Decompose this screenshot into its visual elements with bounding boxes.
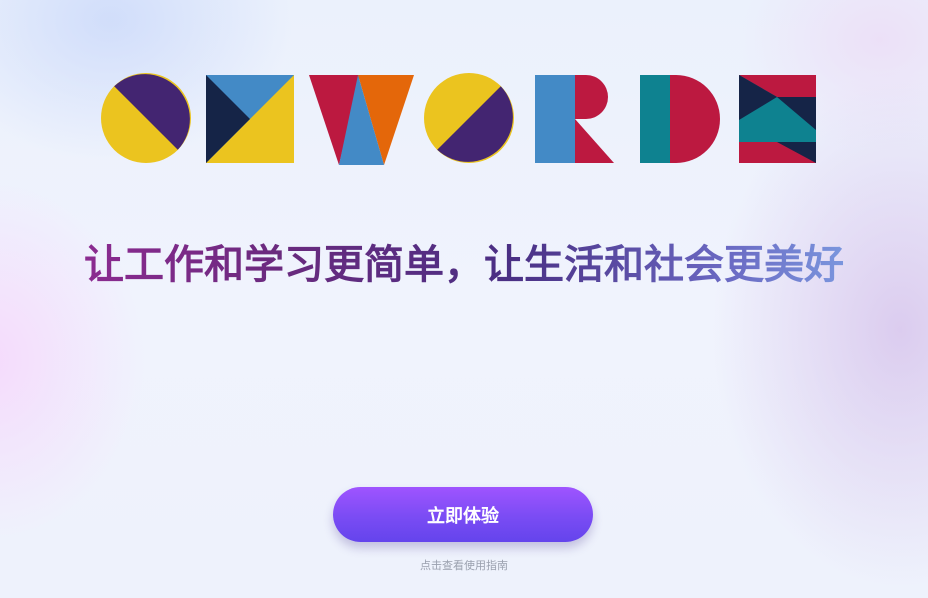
logo-letter-w [309,75,414,165]
logo-letter-r [535,75,614,163]
logo-letter-d [640,75,720,163]
logo-letter-o2 [424,73,514,163]
usage-guide-link[interactable]: 点击查看使用指南 [0,557,928,573]
logo-letter-o [101,73,191,163]
try-now-button[interactable]: 立即体验 [333,487,593,542]
logo-letter-s [739,75,816,163]
hero-slogan: 让工作和学习更简单，让生活和社会更美好 [0,238,928,292]
logo-letter-k [206,75,294,163]
okwords-logo [100,72,820,168]
